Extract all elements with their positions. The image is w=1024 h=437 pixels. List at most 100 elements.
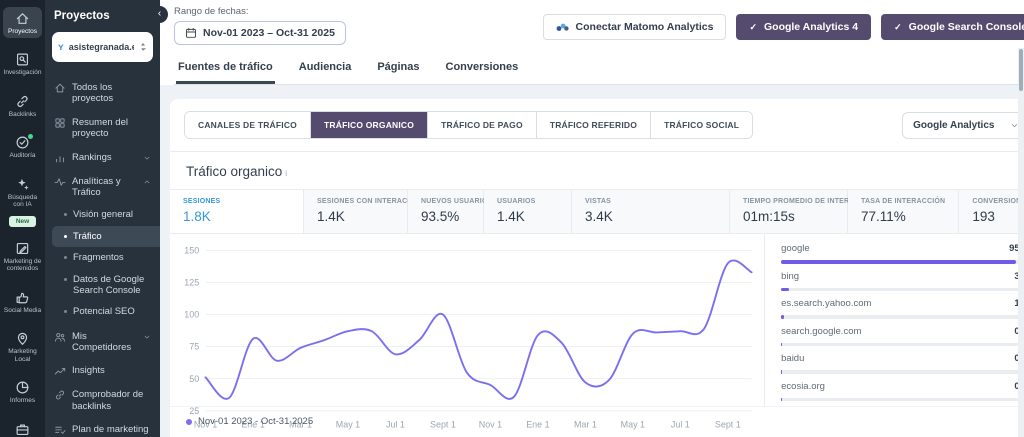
sidebar-item[interactable]: Todos los proyectos: [52, 76, 153, 111]
progress-fill: [781, 288, 788, 292]
date-range-picker[interactable]: Nov-01 2023 – Oct-31 2025: [174, 21, 346, 45]
rail-item-label: Proyectos: [8, 28, 37, 35]
progress-track: [781, 343, 1024, 347]
search-engine-row[interactable]: bing 3%: [781, 264, 1024, 292]
google-search-console-button[interactable]: ✓ Google Search Console: [881, 14, 1024, 40]
rail-item[interactable]: Marketing de contenidos: [2, 233, 43, 281]
google-analytics-4-button[interactable]: ✓ Google Analytics 4: [736, 14, 871, 40]
sidebar-item-icon: [54, 117, 66, 129]
traffic-type-segmented-control: CANALES DE TRÁFICOTRÁFICO ORGANICOTRÁFIC…: [184, 111, 753, 139]
rail-item[interactable]: Social Media: [2, 282, 43, 322]
metrics-row: SESIONES 1.8K SESIONES CON INTERACCIÓN 1…: [170, 189, 1024, 234]
svg-text:125: 125: [184, 278, 199, 288]
check-icon: ✓: [749, 22, 757, 33]
sidebar-subitem[interactable]: Visión general: [52, 204, 153, 225]
search-engine-label: bing: [781, 271, 799, 282]
metric-value: 1.4K: [497, 209, 558, 224]
tab[interactable]: Páginas: [375, 55, 421, 84]
search-engines-panel: google 95% bing 3%: [764, 234, 1024, 406]
project-selector[interactable]: ʏ asistegranada.es: [52, 32, 153, 62]
rail-item[interactable]: Backlinks: [2, 86, 43, 126]
source-select-value: Google Analytics: [913, 120, 994, 131]
rail-item-label: Marketing de contenidos: [3, 258, 42, 273]
search-engine-row[interactable]: search.google.com 0%: [781, 319, 1024, 347]
sidebar-item[interactable]: Insights: [52, 359, 153, 383]
tab[interactable]: Fuentes de tráfico: [176, 55, 275, 84]
traffic-type-tab[interactable]: TRÁFICO DE PAGO: [428, 112, 537, 138]
progress-track: [781, 398, 1024, 402]
sidebar-item[interactable]: Plan de marketing: [52, 418, 153, 437]
rail-item-label: Social Media: [4, 307, 41, 314]
traffic-card: CANALES DE TRÁFICOTRÁFICO ORGANICOTRÁFIC…: [170, 99, 1024, 437]
metric-label: USUARIOS: [497, 198, 558, 205]
rail-item[interactable]: Auditoría: [2, 127, 43, 167]
metric-card[interactable]: TIEMPO PROMEDIO DE INTERACCIÓN 01m:15s: [730, 190, 848, 233]
search-engine-label: google: [781, 243, 810, 254]
search-engine-label: baidu: [781, 353, 804, 364]
metric-label: TASA DE INTERACCIÓN: [861, 198, 945, 205]
rail-item[interactable]: Búsqueda con IA New: [2, 169, 43, 232]
ga4-label: Google Analytics 4: [764, 21, 858, 33]
legend-dot: [186, 419, 192, 425]
rail-item[interactable]: Proyectos: [2, 3, 43, 43]
search-engine-row[interactable]: google 95%: [781, 236, 1024, 264]
rail-item[interactable]: Marketing Local: [2, 323, 43, 371]
tab[interactable]: Conversiones: [444, 55, 521, 84]
metric-label: SESIONES: [183, 198, 290, 205]
bullet-dot: [64, 310, 67, 313]
sidebar-subitem[interactable]: Potencial SEO: [52, 301, 153, 322]
scrollbar-thumb[interactable]: [1019, 49, 1023, 91]
sidebar-subitem[interactable]: Datos de Google Search Console: [52, 269, 153, 302]
metric-card[interactable]: SESIONES CON INTERACCIÓN 1.4K: [304, 190, 408, 233]
rail-item[interactable]: Informes: [2, 372, 43, 412]
sidebar-item[interactable]: Comprobador de backlinks: [52, 383, 153, 418]
traffic-type-tab[interactable]: CANALES DE TRÁFICO: [185, 112, 311, 138]
metric-card[interactable]: NUEVOS USUARIOS 93.5%: [408, 190, 484, 233]
search-engine-row[interactable]: baidu 0%: [781, 346, 1024, 374]
date-range-value: Nov-01 2023 – Oct-31 2025: [203, 27, 335, 39]
metric-value: 193: [972, 209, 1024, 224]
sidebar-item-icon: [54, 82, 66, 94]
sidebar-subitem[interactable]: Fragmentos: [52, 247, 153, 268]
source-select[interactable]: Google Analytics: [902, 112, 1024, 139]
sidebar-item-label: Comprobador de backlinks: [72, 389, 151, 412]
rail-item[interactable]: Paquete para Agencias: [2, 414, 43, 437]
gsc-label: Google Search Console: [909, 21, 1024, 33]
sidebar-collapse-button[interactable]: ‹: [151, 6, 168, 23]
sidebar-item[interactable]: Mis Competidores: [52, 325, 153, 360]
rail-item-icon: [15, 135, 30, 150]
metric-card[interactable]: SESIONES 1.8K: [170, 190, 304, 233]
metric-card[interactable]: VISTAS 3.4K: [572, 190, 730, 233]
connect-matomo-button[interactable]: Conectar Matomo Analytics: [543, 14, 727, 40]
search-engine-row[interactable]: ecosia.org 0%: [781, 374, 1024, 402]
tab[interactable]: Audiencia: [297, 55, 354, 84]
sidebar-item[interactable]: Resumen del proyecto: [52, 111, 153, 146]
traffic-type-tab[interactable]: TRÁFICO SOCIAL: [651, 112, 752, 138]
rail-item-label: Marketing Local: [3, 348, 42, 363]
project-favicon: ʏ: [58, 42, 64, 53]
search-engine-row[interactable]: es.search.yahoo.com 1%: [781, 291, 1024, 319]
icon-rail: Proyectos Investigación Backlinks: [0, 0, 45, 437]
progress-track: [781, 315, 1024, 319]
rail-item-label: Backlinks: [9, 111, 36, 118]
metric-card[interactable]: CONVERSIONES 193: [959, 190, 1024, 233]
info-icon[interactable]: i: [285, 169, 287, 178]
sidebar-item-icon: [54, 152, 66, 164]
metric-value: 01m:15s: [743, 209, 834, 224]
vertical-scrollbar[interactable]: [1018, 48, 1024, 437]
metric-label: TIEMPO PROMEDIO DE INTERACCIÓN: [743, 198, 834, 205]
rail-item-icon: [15, 331, 30, 346]
bullet-dot: [64, 256, 67, 259]
metric-card[interactable]: USUARIOS 1.4K: [484, 190, 572, 233]
traffic-type-tab[interactable]: TRÁFICO REFERIDO: [537, 112, 651, 138]
bullet-dot: [64, 213, 67, 216]
sidebar-item[interactable]: Analíticas y Tráfico: [52, 170, 153, 205]
sidebar-subitem[interactable]: Tráfico: [52, 226, 160, 247]
sidebar-subitem-label: Datos de Google Search Console: [73, 274, 149, 297]
metric-card[interactable]: TASA DE INTERACCIÓN 77.11%: [848, 190, 959, 233]
sidebar-item-label: Resumen del proyecto: [72, 117, 151, 140]
rail-item[interactable]: Investigación: [2, 44, 43, 84]
bullet-dot: [64, 235, 67, 238]
traffic-type-tab[interactable]: TRÁFICO ORGANICO: [311, 112, 428, 138]
sidebar-item[interactable]: Rankings: [52, 146, 153, 170]
